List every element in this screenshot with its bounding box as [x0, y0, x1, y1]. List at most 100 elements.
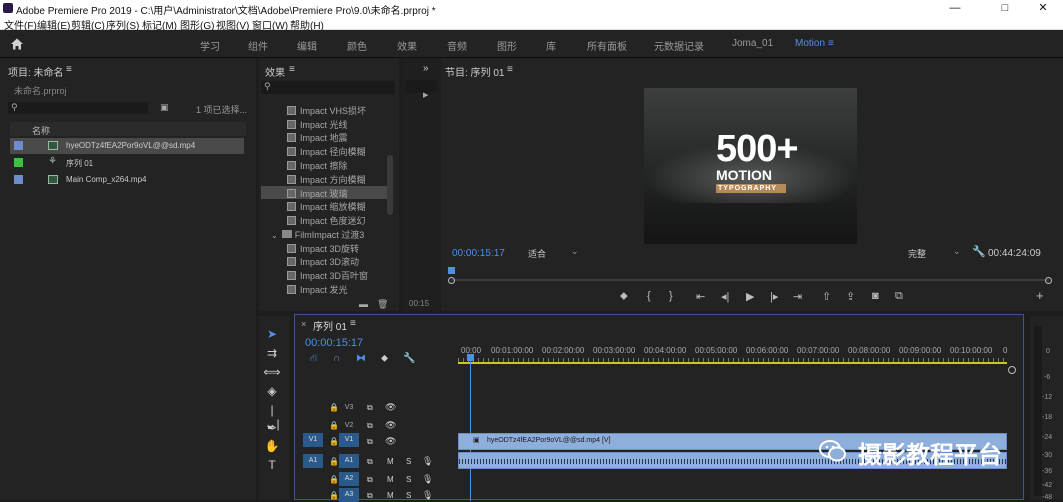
workspace-menu-icon[interactable]: ≡ — [828, 38, 834, 49]
workspace-graphics[interactable]: 图形 — [497, 38, 517, 53]
eye-icon[interactable]: 👁 — [385, 420, 396, 431]
close-tab-icon[interactable]: × — [301, 319, 306, 329]
effect-item[interactable]: Impact 发光 — [287, 283, 348, 296]
track-lock-icon[interactable]: 🔒 — [329, 475, 339, 484]
chevron-down-icon[interactable]: ⌄ — [271, 231, 278, 240]
microphone-icon[interactable]: 🎙 — [422, 456, 433, 467]
sync-lock-icon[interactable]: ⧉ — [367, 457, 373, 467]
mark-out-icon[interactable]: } — [669, 290, 673, 302]
go-to-out-icon[interactable]: ⇥ — [793, 290, 802, 303]
workspace-all-panels[interactable]: 所有面板 — [587, 38, 627, 53]
effect-item[interactable]: Impact 径向模糊 — [287, 145, 366, 158]
zoom-handle-right[interactable] — [1045, 277, 1052, 284]
track-lock-icon[interactable]: 🔒 — [329, 403, 339, 412]
solo-button[interactable]: S — [406, 457, 411, 466]
panel-menu-icon[interactable]: ≡ — [350, 318, 356, 329]
effect-item[interactable]: Impact 地震 — [287, 131, 348, 144]
step-forward-icon[interactable]: |▸ — [770, 290, 778, 303]
project-column-header[interactable]: 名称 — [10, 122, 246, 136]
effect-item[interactable]: Impact 擦除 — [287, 159, 348, 172]
label-color-swatch[interactable] — [14, 158, 23, 167]
program-scrubber[interactable] — [451, 279, 1049, 281]
effect-folder[interactable]: ⌄ FilmImpact 过渡3 — [271, 228, 364, 241]
type-tool-icon[interactable]: T — [263, 458, 281, 474]
microphone-icon[interactable]: 🎙 — [422, 474, 433, 485]
effect-item[interactable]: Impact 3D旋转 — [287, 242, 359, 255]
snap-icon[interactable]: ∩ — [333, 353, 340, 364]
step-back-icon[interactable]: ◂| — [721, 290, 729, 303]
lift-icon[interactable]: ⇧ — [822, 290, 831, 303]
play-small-icon[interactable]: ▶ — [423, 91, 428, 99]
effect-item[interactable]: Impact 3D百叶窗 — [287, 269, 368, 282]
sync-lock-icon[interactable]: ⧉ — [367, 421, 373, 431]
linked-selection-icon[interactable]: ⧓ — [356, 353, 366, 364]
timeline-zoom-handle[interactable] — [1008, 366, 1016, 374]
wrench-icon[interactable]: 🔧 — [972, 245, 986, 258]
slip-tool-icon[interactable]: |↔| — [263, 403, 281, 431]
project-item-row[interactable]: ⚘ 序列 01 — [10, 155, 244, 171]
quality-dropdown[interactable]: 完整 ⌄ — [905, 246, 963, 259]
effect-item[interactable]: Impact 方向模糊 — [287, 173, 366, 186]
delete-icon[interactable]: 🗑 — [377, 299, 388, 310]
track-label-a1[interactable]: A1 — [339, 454, 359, 468]
wrench-icon[interactable]: 🔧 — [403, 353, 415, 364]
pen-tool-icon[interactable]: ✒ — [263, 421, 281, 437]
timeline-title[interactable]: 序列 01 — [313, 318, 347, 333]
mute-button[interactable]: M — [387, 457, 394, 466]
effect-item[interactable]: Impact VHS损坏 — [287, 104, 366, 117]
track-select-tool-icon[interactable]: ⇉ — [263, 346, 281, 362]
track-lock-icon[interactable]: 🔒 — [329, 457, 339, 466]
new-bin-icon[interactable]: ▬ — [359, 299, 368, 309]
workspace-motion[interactable]: Motion — [795, 38, 825, 49]
close-button[interactable]: ✕ — [1023, 0, 1063, 16]
effect-item[interactable]: Impact 玻璃 — [287, 187, 348, 200]
project-item-row[interactable]: hyeODTz4fEA2Por9oVL@@sd.mp4 — [10, 138, 244, 154]
fit-dropdown[interactable]: 适合 ⌄ — [523, 246, 581, 259]
new-bin-icon[interactable]: ▣ — [160, 102, 169, 113]
nest-toggle-icon[interactable]: ⛙ — [310, 353, 317, 366]
workspace-learn[interactable]: 学习 — [200, 38, 220, 53]
timeline-playhead-line[interactable] — [470, 360, 471, 501]
solo-button[interactable]: S — [406, 475, 411, 484]
go-to-in-icon[interactable]: ⇤ — [696, 290, 705, 303]
mute-button[interactable]: M — [387, 475, 394, 484]
playhead-marker[interactable] — [448, 267, 455, 274]
workspace-effects[interactable]: 效果 — [397, 38, 417, 53]
source-patch-v1[interactable]: V1 — [303, 433, 323, 447]
effects-search-input[interactable]: ⚲ — [261, 81, 395, 94]
solo-button[interactable]: S — [406, 491, 411, 500]
extract-icon[interactable]: ⇪ — [846, 290, 855, 303]
hand-tool-icon[interactable]: ✋ — [263, 439, 281, 455]
sync-lock-icon[interactable]: ⧉ — [367, 475, 373, 485]
eye-icon[interactable]: 👁 — [385, 436, 396, 447]
eye-icon[interactable]: 👁 — [385, 402, 396, 413]
home-icon[interactable] — [10, 37, 24, 51]
label-color-swatch[interactable] — [14, 175, 23, 184]
add-marker-icon[interactable]: ⬥ — [620, 290, 628, 303]
add-button-icon[interactable]: + — [1036, 288, 1044, 303]
panel-menu-icon[interactable]: ≡ — [507, 64, 513, 75]
selection-tool-icon[interactable]: ➤ — [263, 327, 281, 343]
panel-menu-icon[interactable]: ≡ — [66, 64, 72, 75]
export-frame-icon[interactable]: ◙ — [872, 290, 879, 302]
video-preview[interactable]: 500+ MOTION TYPOGRAPHY — [644, 88, 857, 244]
collapsed-field[interactable] — [405, 80, 437, 93]
program-monitor-title[interactable]: 节目: 序列 01 — [445, 64, 504, 79]
track-label-v1[interactable]: V1 — [339, 433, 359, 447]
workspace-audio[interactable]: 音频 — [447, 38, 467, 53]
timeline-timecode[interactable]: 00:00:15:17 — [305, 337, 363, 349]
effect-item[interactable]: Impact 光线 — [287, 118, 348, 131]
project-search-input[interactable]: ⚲ — [8, 102, 148, 114]
workspace-assembly[interactable]: 组件 — [248, 38, 268, 53]
workspace-color[interactable]: 颜色 — [347, 38, 367, 53]
workspace-metadata[interactable]: 元数据记录 — [654, 38, 704, 53]
comparison-view-icon[interactable]: ⧉ — [895, 290, 903, 303]
effect-item[interactable]: Impact 色度迷幻 — [287, 214, 366, 227]
track-lock-icon[interactable]: 🔒 — [329, 491, 339, 500]
effects-scrollbar[interactable] — [387, 155, 393, 215]
panel-menu-icon[interactable]: ≡ — [289, 64, 295, 75]
track-label-v2[interactable]: V2 — [339, 419, 359, 433]
track-lock-icon[interactable]: 🔒 — [329, 437, 339, 446]
workspace-joma[interactable]: Joma_01 — [732, 38, 773, 49]
project-item-row[interactable]: Main Comp_x264.mp4 — [10, 172, 244, 188]
